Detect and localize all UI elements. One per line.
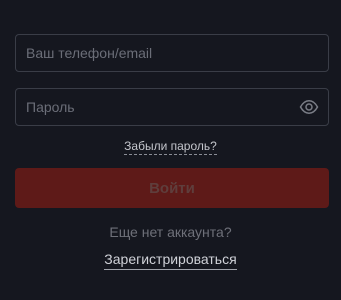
phone-email-input[interactable] (16, 35, 328, 71)
password-field-wrapper (15, 88, 329, 126)
password-input[interactable] (16, 89, 328, 125)
login-field-wrapper (15, 34, 329, 72)
register-row: Зарегистрироваться (0, 251, 341, 270)
login-form: Забыли пароль? Войти Еще нет аккаунта? З… (0, 0, 341, 300)
eye-icon[interactable] (299, 99, 319, 115)
no-account-text: Еще нет аккаунта? (109, 224, 232, 240)
register-link[interactable]: Зарегистрироваться (104, 251, 237, 270)
login-button[interactable]: Войти (15, 168, 329, 208)
forgot-password-link[interactable]: Забыли пароль? (124, 139, 217, 155)
forgot-password-row: Забыли пароль? (0, 139, 341, 155)
